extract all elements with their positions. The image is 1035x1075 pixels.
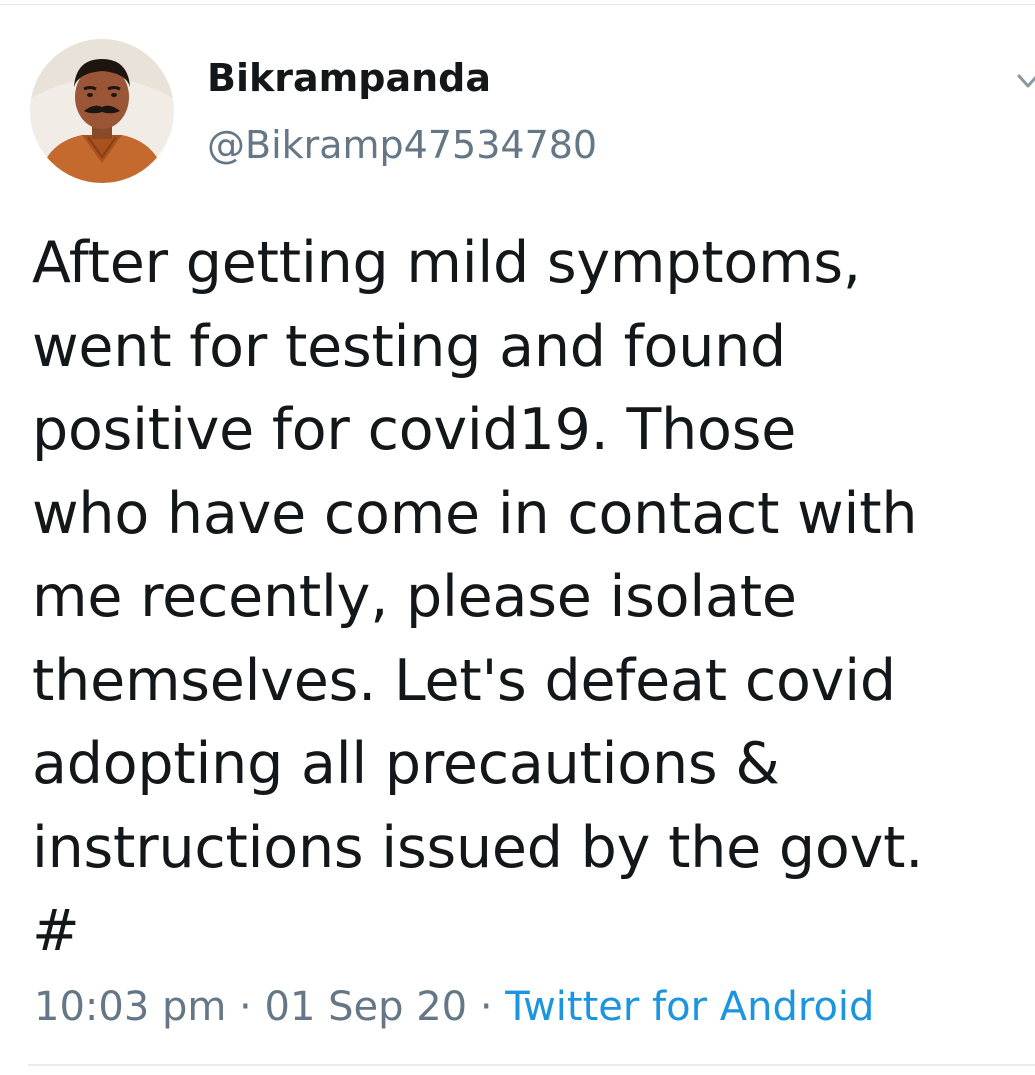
avatar[interactable] — [30, 39, 174, 183]
tweet-date[interactable]: 01 Sep 20 — [265, 984, 468, 1030]
tweet-text: After getting mild symptoms, went for te… — [32, 230, 924, 964]
tweet-time[interactable]: 10:03 pm — [34, 984, 226, 1030]
chevron-down-icon[interactable] — [1013, 66, 1035, 96]
meta-separator: · — [226, 984, 265, 1030]
author-display-name[interactable]: Bikrampanda — [207, 54, 491, 102]
meta-separator: · — [467, 984, 506, 1030]
author-handle[interactable]: @Bikramp47534780 — [207, 121, 597, 169]
tweet-meta: 10:03 pm · 01 Sep 20 · Twitter for Andro… — [34, 979, 874, 1035]
tweet-source-link[interactable]: Twitter for Android — [505, 984, 874, 1030]
profile-photo-icon — [30, 39, 174, 183]
top-divider — [0, 4, 1035, 5]
bottom-divider — [28, 1064, 1035, 1066]
